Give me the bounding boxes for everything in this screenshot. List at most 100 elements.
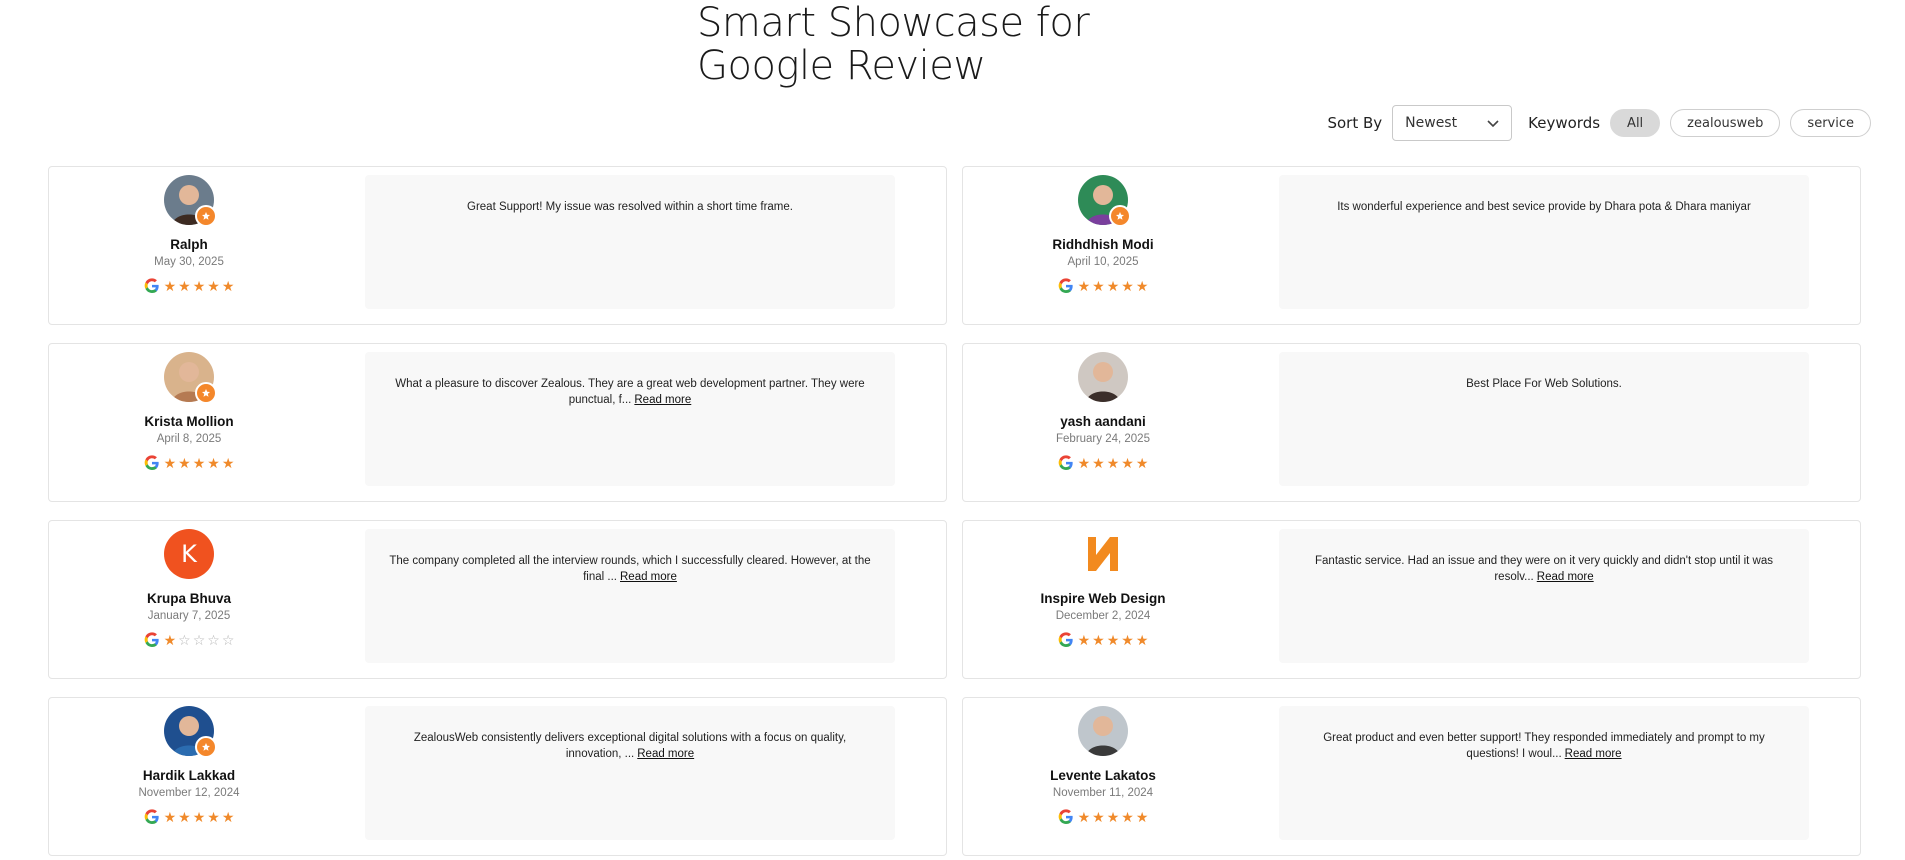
review-date: December 2, 2024 [1055,610,1151,622]
review-text-box: What a pleasure to discover Zealous. The… [365,352,895,486]
avatar [1078,175,1131,227]
review-card: Ridhdhish Modi April 10, 2025 ★ ★ ★ ★ ★ Its won… [962,166,1861,325]
review-text-box: Great product and even better support! T… [1279,706,1809,840]
read-more-link[interactable]: Read more [1565,748,1622,760]
keyword-chip-zealousweb[interactable]: zealousweb [1670,109,1781,137]
review-text: Great Support! My issue was resolved wit… [467,201,793,213]
google-icon [144,278,159,293]
avatar [1078,352,1128,402]
star-filled-icon: ★ [1077,632,1091,648]
star-filled-icon: ★ [1121,455,1134,471]
read-more-link[interactable]: Read more [637,748,694,760]
page: Smart Showcase for Google Review Sort By… [0,0,1905,860]
reviewer-name: yash aandani [1060,414,1146,429]
star-rating: ★ ★ ★ ★ ★ [144,809,235,825]
reviewer-profile: Inspire Web Design December 2, 2024 ★ ★ ★ ★ ★ [963,521,1243,678]
review-card: Inspire Web Design December 2, 2024 ★ ★ ★ ★ ★ F… [962,520,1861,679]
review-text-box: Its wonderful experience and best sevice… [1279,175,1809,309]
read-more-link[interactable]: Read more [620,571,677,583]
google-icon [1058,278,1073,293]
reviewer-photo [1078,706,1128,756]
star-filled-icon: ★ [1092,455,1105,471]
star-filled-icon: ★ [221,809,235,825]
review-text-box: Best Place For Web Solutions. [1279,352,1809,486]
star-filled-icon: ★ [1121,278,1134,294]
review-card: Krista Mollion April 8, 2025 ★ ★ ★ ★ ★ What a p… [48,343,947,502]
sort-select[interactable]: Newest [1392,105,1513,141]
star-empty-icon: ☆ [221,632,235,648]
star-rating: ★ ☆ ☆ ☆ ☆ [144,632,235,648]
reviewer-profile: Ralph May 30, 2025 ★ ★ ★ ★ ★ [49,167,329,324]
star-filled-icon: ★ [163,455,177,471]
reviewer-name: Krista Mollion [144,414,234,429]
keyword-chip-all[interactable]: All [1610,109,1661,137]
avatar [164,352,217,404]
google-icon [1058,632,1073,647]
star-rating: ★ ★ ★ ★ ★ [1058,455,1149,471]
star-empty-icon: ☆ [192,632,206,648]
star-rating: ★ ★ ★ ★ ★ [144,455,234,471]
keywords-label: Keywords [1528,114,1601,132]
star-filled-icon: ★ [207,809,220,825]
review-text: Its wonderful experience and best sevice… [1337,201,1751,213]
star-filled-icon: ★ [163,809,177,825]
star-filled-icon: ★ [1135,632,1149,648]
reviewer-profile: yash aandani February 24, 2025 ★ ★ ★ ★ ★ [963,344,1243,501]
page-title: Smart Showcase for Google Review [697,2,1217,88]
star-filled-icon: ★ [1135,455,1149,471]
star-filled-icon: ★ [207,455,220,471]
star-filled-icon: ★ [207,278,220,294]
reviewer-name: Inspire Web Design [1040,591,1166,606]
avatar [164,175,217,227]
review-text: Great product and even better support! T… [1323,732,1765,760]
reviewer-profile: Krista Mollion April 8, 2025 ★ ★ ★ ★ ★ [49,344,329,501]
page-title-line2: Google Review [697,43,986,89]
star-filled-icon: ★ [192,278,206,294]
star-filled-icon: ★ [1077,809,1091,825]
google-icon [1058,809,1073,824]
read-more-link[interactable]: Read more [634,394,691,406]
star-filled-icon: ★ [1092,809,1105,825]
reviewer-badge-icon [195,205,217,227]
company-logo-icon [1078,529,1128,579]
review-card: yash aandani February 24, 2025 ★ ★ ★ ★ ★ Best P… [962,343,1861,502]
reviewer-badge-icon [1109,205,1131,227]
review-text: What a pleasure to discover Zealous. The… [395,378,865,406]
star-filled-icon: ★ [1135,278,1149,294]
review-text-box: The company completed all the interview … [365,529,895,663]
keyword-chip-service[interactable]: service [1790,109,1871,137]
avatar [164,706,217,758]
star-filled-icon: ★ [1106,809,1120,825]
star-empty-icon: ☆ [207,632,220,648]
review-card: K Krupa Bhuva January 7, 2025 ★ ☆ ☆ ☆ ☆ The comp… [48,520,947,679]
avatar: K [164,529,214,579]
filter-bar: Sort By Newest Keywords All zealousweb s… [1327,104,1871,142]
avatar [1078,706,1128,756]
review-date: May 30, 2025 [154,256,224,268]
star-rating: ★ ★ ★ ★ ★ [144,278,235,294]
review-date: November 11, 2024 [1052,787,1154,799]
review-date: January 7, 2025 [147,610,231,622]
sort-select-value: Newest [1405,115,1458,131]
reviewer-name: Ridhdhish Modi [1052,237,1154,252]
page-title-line1: Smart Showcase for [697,0,1090,46]
star-filled-icon: ★ [1121,632,1134,648]
star-filled-icon: ★ [178,455,191,471]
star-filled-icon: ★ [1092,278,1105,294]
review-card: Ralph May 30, 2025 ★ ★ ★ ★ ★ Great Support! My … [48,166,947,325]
review-card: Levente Lakatos November 11, 2024 ★ ★ ★ ★ ★ Gre… [962,697,1861,856]
star-empty-icon: ☆ [178,632,191,648]
avatar-initial: K [164,529,214,579]
google-icon [144,809,159,824]
reviewer-profile: Levente Lakatos November 11, 2024 ★ ★ ★ ★ ★ [963,698,1243,855]
review-text: ZealousWeb consistently delivers excepti… [413,732,847,760]
reviewer-profile: Ridhdhish Modi April 10, 2025 ★ ★ ★ ★ ★ [963,167,1243,324]
reviewer-badge-icon [195,382,217,404]
star-filled-icon: ★ [1106,278,1120,294]
read-more-link[interactable]: Read more [1537,571,1594,583]
reviewer-name: Ralph [170,237,208,252]
star-filled-icon: ★ [221,278,235,294]
star-filled-icon: ★ [1092,632,1105,648]
star-filled-icon: ★ [1077,278,1091,294]
star-filled-icon: ★ [163,278,177,294]
